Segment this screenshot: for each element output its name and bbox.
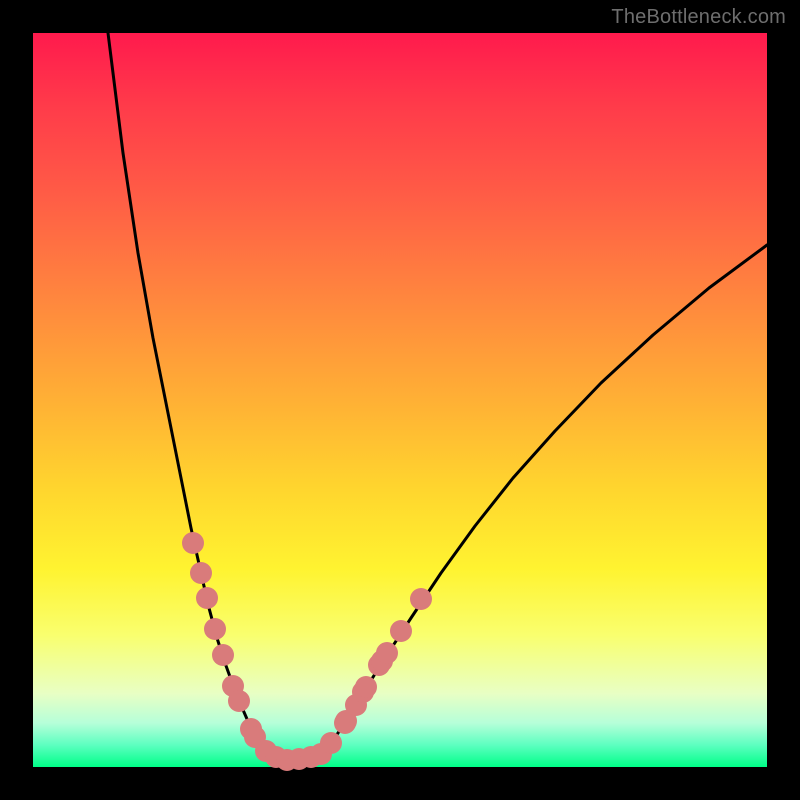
bottleneck-curve	[108, 33, 767, 760]
curve-marker	[390, 620, 412, 642]
curve-marker	[212, 644, 234, 666]
curve-marker	[410, 588, 432, 610]
curve-marker	[320, 732, 342, 754]
curve-marker	[196, 587, 218, 609]
marker-group	[182, 532, 432, 771]
chart-svg	[33, 33, 767, 767]
plot-area	[33, 33, 767, 767]
chart-frame: TheBottleneck.com	[0, 0, 800, 800]
curve-marker	[182, 532, 204, 554]
curve-marker	[376, 642, 398, 664]
watermark-label: TheBottleneck.com	[611, 6, 786, 29]
curve-marker	[228, 690, 250, 712]
curve-marker	[204, 618, 226, 640]
curve-marker	[355, 676, 377, 698]
curve-marker	[190, 562, 212, 584]
